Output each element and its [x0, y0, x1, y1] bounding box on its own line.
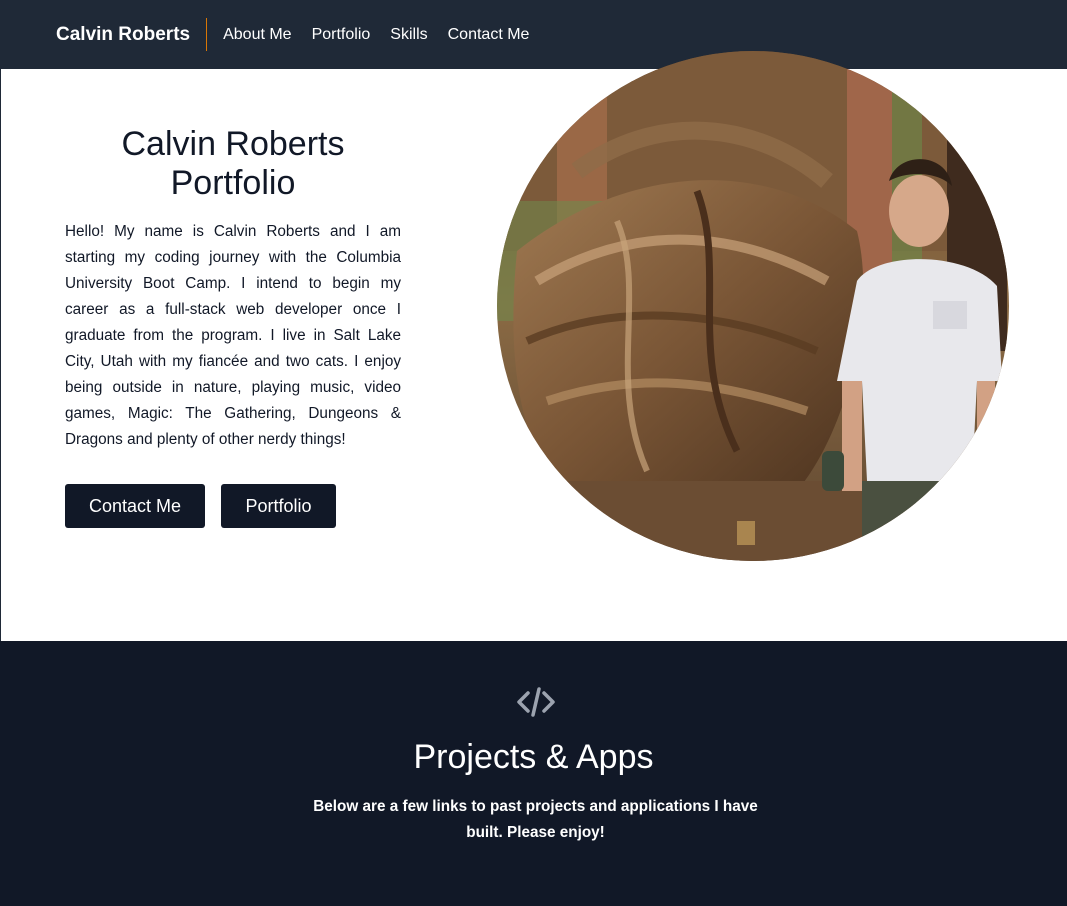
code-icon	[517, 687, 555, 717]
nav-links: About Me Portfolio Skills Contact Me	[207, 26, 549, 44]
projects-section: Projects & Apps Below are a few links to…	[0, 641, 1067, 906]
hero-title-line2: Portfolio	[170, 164, 296, 202]
profile-photo-illustration	[497, 51, 1009, 561]
hero-title: Calvin Roberts Portfolio	[65, 125, 401, 203]
hero-title-line1: Calvin Roberts	[121, 125, 345, 163]
nav-link-skills[interactable]: Skills	[390, 26, 427, 44]
top-navbar: Calvin Roberts About Me Portfolio Skills…	[0, 0, 1067, 69]
portfolio-button[interactable]: Portfolio	[221, 484, 336, 528]
profile-photo	[497, 51, 1009, 561]
brand-link[interactable]: Calvin Roberts	[56, 18, 208, 51]
nav-link-portfolio[interactable]: Portfolio	[312, 26, 371, 44]
projects-description: Below are a few links to past projects a…	[313, 798, 758, 841]
hero-intro-paragraph: Hello! My name is Calvin Roberts and I a…	[65, 223, 401, 448]
nav-link-contact[interactable]: Contact Me	[448, 26, 530, 44]
projects-title: Projects & Apps	[413, 738, 654, 776]
nav-link-about[interactable]: About Me	[223, 26, 291, 44]
hero-section: Calvin Roberts Portfolio Hello! My name …	[0, 51, 1067, 641]
contact-me-button[interactable]: Contact Me	[65, 484, 205, 528]
